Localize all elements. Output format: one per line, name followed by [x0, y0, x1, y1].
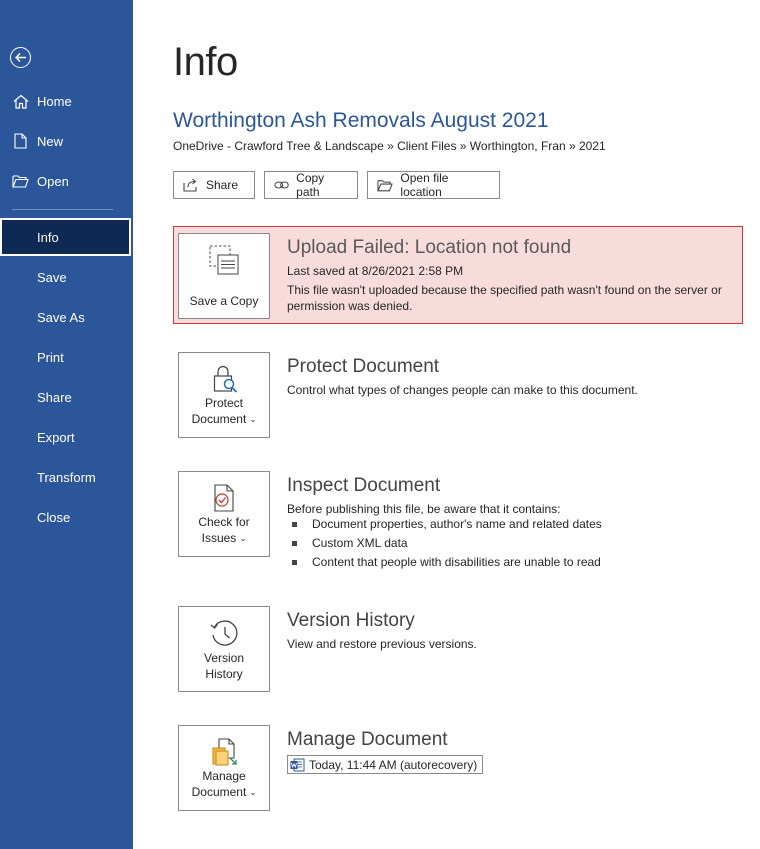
- inspect-document-icon: [208, 482, 240, 519]
- nav-new-label: New: [37, 133, 64, 149]
- manage-document-tile[interactable]: Manage Document ⌄: [178, 725, 270, 811]
- save-copy-icon: [208, 244, 240, 281]
- manage-document-title: Manage Document: [287, 729, 448, 750]
- manage-document-icon: [208, 736, 240, 773]
- info-pane: Info Worthington Ash Removals August 202…: [133, 0, 760, 849]
- version-history-tile[interactable]: Version History: [178, 606, 270, 692]
- nav-save-as[interactable]: Save As: [0, 298, 133, 336]
- nav-print[interactable]: Print: [0, 338, 133, 376]
- version-history-description: View and restore previous versions.: [287, 637, 477, 651]
- history-clock-icon: [208, 617, 240, 654]
- save-a-copy-label: Save a Copy: [189, 294, 259, 308]
- chevron-down-icon: ⌄: [239, 534, 247, 543]
- list-item: Document properties, author's name and r…: [287, 517, 602, 536]
- page-title: Info: [173, 40, 238, 84]
- breadcrumb: OneDrive - Crawford Tree & Landscape » C…: [173, 139, 606, 153]
- nav-export[interactable]: Export: [0, 418, 133, 456]
- nav-save[interactable]: Save: [0, 258, 133, 296]
- chevron-down-icon: ⌄: [249, 415, 257, 424]
- nav-transform-label: Transform: [37, 469, 96, 485]
- nav-info-label: Info: [37, 229, 59, 245]
- nav-share[interactable]: Share: [0, 378, 133, 416]
- chevron-down-icon: ⌄: [249, 788, 257, 797]
- copy-path-button-label: Copy path: [296, 171, 325, 199]
- home-icon: [0, 94, 37, 109]
- folder-open-icon: [0, 174, 37, 188]
- backstage-sidebar: Home New Open Info Save Save As Print Sh…: [0, 0, 133, 849]
- word-document-icon: [290, 758, 305, 772]
- upload-failed-title: Upload Failed: Location not found: [287, 237, 572, 258]
- nav-print-label: Print: [37, 349, 64, 365]
- nav-open[interactable]: Open: [0, 162, 133, 200]
- autorecovery-label: Today, 11:44 AM (autorecovery): [309, 757, 478, 772]
- file-actions-toolbar: Share Copy path Open file location: [173, 171, 509, 199]
- nav-new[interactable]: New: [0, 122, 133, 160]
- nav-share-label: Share: [37, 389, 72, 405]
- nav-home-label: Home: [37, 93, 72, 109]
- share-icon: [183, 178, 197, 192]
- protect-document-label: Protect Document ⌄: [192, 395, 257, 428]
- inspect-document-title: Inspect Document: [287, 475, 441, 496]
- copy-path-button[interactable]: Copy path: [264, 171, 358, 199]
- share-button-label: Share: [206, 178, 239, 192]
- upload-failed-alert: Save a Copy Upload Failed: Location not …: [173, 226, 743, 324]
- check-for-issues-tile[interactable]: Check for Issues ⌄: [178, 471, 270, 557]
- protect-document-title: Protect Document: [287, 356, 440, 377]
- autorecovery-version-link[interactable]: Today, 11:44 AM (autorecovery): [287, 755, 484, 774]
- manage-document-label-text: Manage Document: [191, 769, 247, 800]
- link-icon: [274, 181, 289, 189]
- version-history-label: Version History: [203, 651, 245, 681]
- last-saved-text: Last saved at 8/26/2021 2:58 PM: [287, 264, 464, 278]
- share-button[interactable]: Share: [173, 171, 255, 199]
- nav-home[interactable]: Home: [0, 82, 133, 120]
- open-file-location-button[interactable]: Open file location: [367, 171, 500, 199]
- nav-save-as-label: Save As: [37, 309, 85, 325]
- lock-icon: [208, 363, 240, 400]
- sidebar-divider: [12, 209, 113, 210]
- folder-open-icon: [377, 179, 393, 191]
- nav-export-label: Export: [37, 429, 75, 445]
- nav-transform[interactable]: Transform: [0, 458, 133, 496]
- nav-save-label: Save: [37, 269, 67, 285]
- protect-document-tile[interactable]: Protect Document ⌄: [178, 352, 270, 438]
- inspect-document-description: Before publishing this file, be aware th…: [287, 502, 561, 516]
- manage-document-label: Manage Document ⌄: [192, 768, 257, 801]
- new-document-icon: [0, 133, 37, 149]
- nav-close[interactable]: Close: [0, 498, 133, 536]
- save-a-copy-tile[interactable]: Save a Copy: [178, 233, 270, 319]
- nav-open-label: Open: [37, 173, 69, 189]
- nav-close-label: Close: [37, 509, 71, 525]
- open-file-location-label: Open file location: [400, 171, 449, 199]
- version-history-title: Version History: [287, 610, 415, 631]
- upload-failed-message: This file wasn't uploaded because the sp…: [287, 283, 722, 313]
- document-title: Worthington Ash Removals August 2021: [173, 109, 549, 132]
- list-item: Content that people with disabilities ar…: [287, 555, 602, 574]
- protect-document-description: Control what types of changes people can…: [287, 383, 638, 397]
- list-item: Custom XML data: [287, 536, 602, 555]
- protect-document-label-text: Protect Document: [191, 396, 247, 427]
- check-for-issues-label: Check for Issues ⌄: [198, 514, 249, 547]
- nav-info[interactable]: Info: [0, 218, 131, 256]
- inspect-bullet-list: Document properties, author's name and r…: [287, 517, 602, 574]
- back-arrow-icon[interactable]: [10, 47, 31, 68]
